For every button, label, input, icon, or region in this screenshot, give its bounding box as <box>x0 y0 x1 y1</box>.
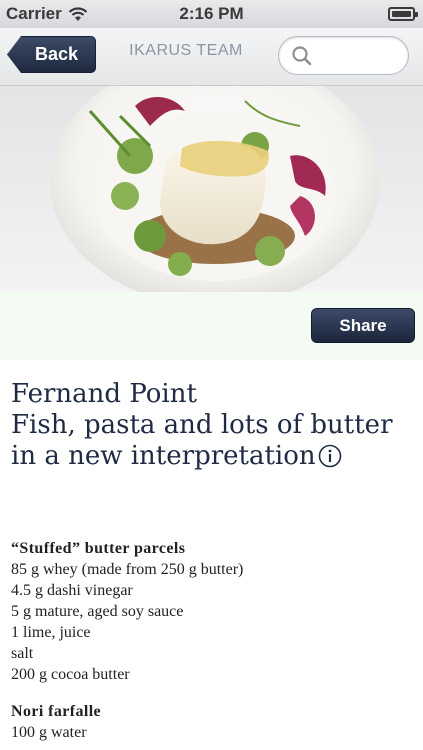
recipe-heading: Nori farfalle <box>11 703 102 720</box>
ingredient: 85 g whey (made from 250 g butter) <box>11 561 244 578</box>
ingredient: 5 g mature, aged soy sauce <box>11 603 184 620</box>
ingredient: 1 lime, juice <box>11 624 91 641</box>
dish-illustration <box>50 86 380 292</box>
title-line-2: Fish, pasta and lots of butter <box>11 410 393 440</box>
clock: 2:16 PM <box>179 4 244 23</box>
recipe-section-butter-parcels: “Stuffed” butter parcels 85 g whey (made… <box>11 538 415 685</box>
back-button[interactable]: Back <box>7 36 96 73</box>
info-icon[interactable] <box>318 444 342 468</box>
search-icon <box>292 46 312 66</box>
ingredient: 200 g cocoa butter <box>11 666 130 683</box>
recipe-section-nori-farfalle: Nori farfalle 100 g water <box>11 701 415 743</box>
ingredient: 4.5 g dashi vinegar <box>11 582 133 599</box>
status-bar: Carrier 2:16 PM <box>0 0 423 28</box>
search-input[interactable] <box>278 36 409 75</box>
nav-title: IKARUS TEAM <box>129 42 243 59</box>
ingredient: 100 g water <box>11 724 87 741</box>
article-title: Fernand Point Fish, pasta and lots of bu… <box>11 379 415 472</box>
title-line-3: in a new interpretation <box>11 441 415 472</box>
navigation-bar: Back IKARUS TEAM <box>0 28 423 86</box>
dish-photo <box>0 86 423 292</box>
title-line-1: Fernand Point <box>11 379 197 409</box>
share-button[interactable]: Share <box>311 308 415 343</box>
share-bar: Share <box>0 292 423 360</box>
battery-icon <box>388 7 418 21</box>
recipe-heading: “Stuffed” butter parcels <box>11 540 186 557</box>
ingredient: salt <box>11 645 34 662</box>
title-line-3-text: in a new interpretation <box>11 441 316 471</box>
